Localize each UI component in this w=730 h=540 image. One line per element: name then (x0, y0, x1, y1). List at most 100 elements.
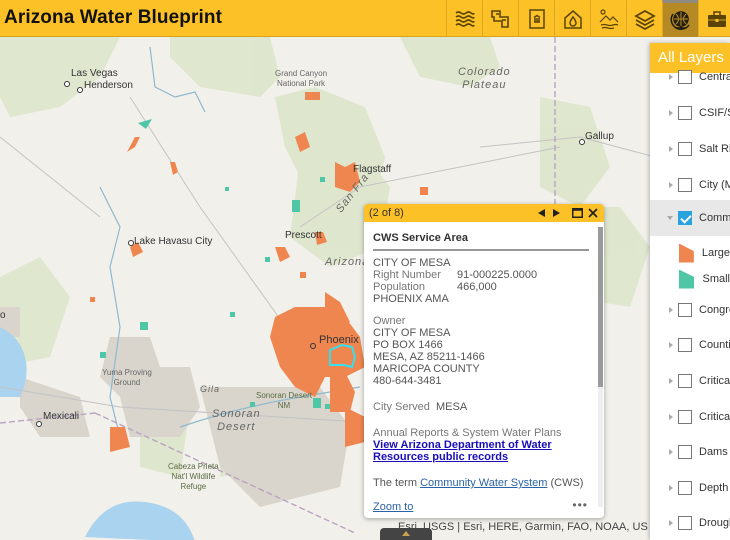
expand-icon[interactable] (669, 110, 673, 116)
layer-row-csif-srp[interactable]: CSIF/SRP (650, 95, 730, 131)
layer-checkbox[interactable] (678, 374, 692, 388)
phoenix-marker (310, 343, 316, 349)
popup-header: (2 of 8) (364, 204, 604, 222)
label-gallup: Gallup (585, 131, 614, 142)
layer-checkbox[interactable] (678, 481, 692, 495)
layer-checkbox-checked[interactable] (678, 211, 692, 225)
label-arizona: Arizona (325, 256, 370, 268)
layer-checkbox[interactable] (678, 445, 692, 459)
label-edge: o (0, 310, 6, 321)
owner-line: CITY OF MESA (373, 327, 451, 339)
layer-checkbox[interactable] (678, 106, 692, 120)
right-number-field: Right Number 91-000225.0000 (373, 269, 538, 281)
expand-icon[interactable] (669, 182, 673, 188)
layer-row-depth-to-groundwater[interactable]: Depth to Groundwater (650, 470, 730, 506)
adwr-records-link[interactable]: View Arizona Department of Water Resourc… (373, 439, 553, 463)
layer-row-critical-habitat[interactable]: Critical Habitat (650, 363, 730, 399)
layer-checkbox[interactable] (678, 303, 692, 317)
ama-value: PHOENIX AMA (373, 293, 449, 305)
legend-swatch-small (679, 269, 695, 289)
mexicali-marker (36, 421, 42, 427)
henderson-marker (77, 87, 83, 93)
label-yuma-proving-ground: Yuma Proving Ground (102, 368, 152, 387)
close-icon (588, 208, 598, 218)
expand-icon[interactable] (669, 449, 673, 455)
layer-checkbox[interactable] (678, 338, 692, 352)
layer-checkbox[interactable] (678, 142, 692, 156)
legend-item-large: Large (650, 240, 730, 266)
layers-icon (633, 9, 656, 30)
basemap-tool-button[interactable] (662, 0, 698, 37)
water-tool-button[interactable] (446, 0, 482, 37)
expand-icon[interactable] (669, 485, 673, 491)
building-document-icon (528, 8, 545, 29)
layer-checkbox[interactable] (678, 410, 692, 424)
owner-line: 480-644-3481 (373, 375, 442, 387)
community-water-system-link[interactable]: Community Water System (420, 477, 547, 489)
layer-row-critical-areas[interactable]: Critical Areas (650, 399, 730, 435)
legend-swatch-large (679, 243, 694, 263)
expand-icon[interactable] (669, 74, 673, 80)
layers-panel: All Layers Central Arizona Project CSIF/… (650, 43, 730, 540)
popup-scrollbar[interactable] (598, 227, 603, 507)
label-phoenix: Phoenix (319, 334, 359, 346)
owner-label: Owner (373, 315, 406, 327)
maximize-popup-button[interactable] (570, 204, 584, 222)
maximize-icon (571, 208, 583, 218)
water-supply-tool-button[interactable] (554, 0, 590, 37)
institution-tool-button[interactable] (518, 0, 554, 37)
label-prescott: Prescott (285, 230, 322, 241)
las-vegas-marker (64, 81, 70, 87)
layer-row-congressional-districts[interactable]: Congressional Districts (650, 292, 730, 328)
layer-checkbox[interactable] (678, 70, 692, 84)
label-cabeza-prieta: Cabeza Prieta Nat'l Wildlife Refuge (168, 462, 219, 491)
layer-row-drought[interactable]: Drought (650, 505, 730, 540)
label-las-vegas: Las Vegas (71, 68, 118, 79)
close-popup-button[interactable] (586, 204, 600, 222)
canal-tool-button[interactable] (482, 0, 518, 37)
label-grand-canyon: Grand Canyon National Park (275, 69, 328, 88)
attribution-toggle-button[interactable] (380, 528, 432, 540)
landscape-tool-button[interactable] (590, 0, 626, 37)
label-colorado-plateau: Colorado Plateau (458, 66, 511, 91)
collapse-icon[interactable] (667, 216, 673, 220)
city-served-field: City Served MESA (373, 401, 468, 413)
next-feature-button[interactable] (550, 204, 562, 222)
water-drop-house-icon (563, 9, 582, 29)
popup-footer: Zoom to ••• (364, 498, 598, 518)
more-actions-button[interactable]: ••• (572, 498, 588, 512)
triangle-left-icon (538, 209, 545, 217)
expand-icon[interactable] (669, 307, 673, 313)
popup-feature-count: (2 of 8) (369, 207, 404, 219)
popup-scrollbar-thumb[interactable] (598, 227, 603, 387)
label-sonoran-desert: Sonoran Desert (212, 408, 261, 433)
expand-icon[interactable] (669, 520, 673, 526)
layer-checkbox[interactable] (678, 516, 692, 530)
layer-checkbox[interactable] (678, 178, 692, 192)
zoom-to-link[interactable]: Zoom to (373, 501, 413, 513)
feature-popup: (2 of 8) CWS Service Area CITY OF MESA R… (364, 204, 604, 518)
expand-icon[interactable] (669, 342, 673, 348)
expand-icon[interactable] (669, 378, 673, 384)
landscape-icon (599, 8, 618, 29)
layer-row-salt-river-project[interactable]: Salt River Project (650, 131, 730, 167)
label-mexicali: Mexicali (43, 411, 80, 422)
app-header: Arizona Water Blueprint (0, 0, 730, 37)
layer-row-dams-reservoirs[interactable]: Dams & Reservoirs (650, 434, 730, 470)
layer-row-counties[interactable]: Counties (650, 327, 730, 363)
popup-title: CWS Service Area (373, 232, 589, 251)
toolbox-tool-button[interactable] (698, 0, 730, 37)
label-henderson: Henderson (84, 80, 133, 91)
layer-row-city-municipal[interactable]: City (Municipal) (650, 167, 730, 203)
layer-row-community-water-systems[interactable]: Community Water Systems (650, 200, 730, 236)
owner-line: MARICOPA COUNTY (373, 363, 480, 375)
legend-item-small: Small (650, 266, 730, 292)
layer-row-central-arizona-project[interactable]: Central Arizona Project (650, 59, 730, 95)
expand-icon[interactable] (669, 146, 673, 152)
label-sonoran-desert-nm: Sonoran Desert NM (256, 391, 313, 410)
app-title: Arizona Water Blueprint (4, 7, 222, 28)
previous-feature-button[interactable] (536, 204, 548, 222)
expand-icon[interactable] (669, 414, 673, 420)
owner-line: MESA, AZ 85211-1466 (373, 351, 485, 363)
layers-tool-button[interactable] (626, 0, 662, 37)
